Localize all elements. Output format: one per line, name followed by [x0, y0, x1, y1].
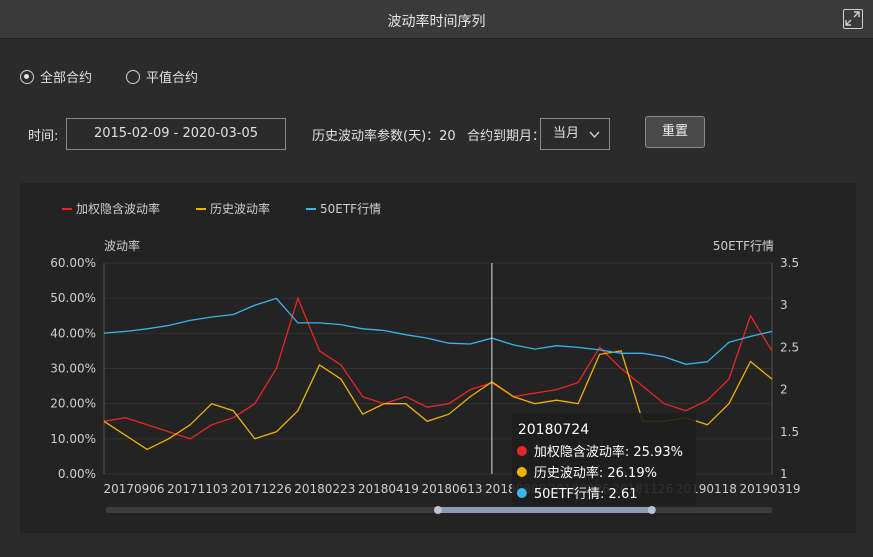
window-title: 波动率时间序列 — [387, 14, 486, 30]
chevron-down-icon — [589, 131, 600, 139]
title-bar: 波动率时间序列 — [0, 0, 873, 39]
tooltip-value-3: 50ETF行情: 2.61 — [534, 487, 638, 502]
zoom-range — [438, 507, 652, 513]
radio-all-contracts[interactable]: 全部合约 — [20, 67, 92, 86]
expand-icon[interactable] — [843, 9, 863, 29]
reset-button[interactable]: 重置 — [645, 116, 705, 148]
x-tick-label: 20171226 — [231, 482, 292, 496]
radio-all-label: 全部合约 — [40, 71, 93, 86]
radio-unchecked-icon — [126, 69, 141, 84]
left-tick-label: 50.00% — [50, 291, 96, 305]
expiry-select-value: 当月 — [553, 126, 580, 141]
tooltip-date: 20180724 — [518, 422, 589, 438]
radio-flat-label: 平值合约 — [146, 71, 199, 86]
right-tick-label: 3.5 — [780, 256, 799, 270]
contract-type-radio-group: 全部合约 平值合约 — [20, 67, 232, 86]
hv-param-label: 历史波动率参数(天)：20 — [312, 129, 456, 144]
radio-checked-icon — [20, 69, 34, 84]
expiry-select[interactable]: 当月 — [540, 118, 610, 150]
tooltip-dot-1 — [516, 446, 527, 456]
time-label: 时间: — [28, 129, 59, 144]
series-line-etf — [103, 297, 773, 365]
tooltip-dot-3 — [516, 488, 527, 498]
volatility-chart: 加权隐含波动率 历史波动率 50ETF行情波动率 50ETF行情0.00%10.00%… — [50, 201, 801, 514]
right-tick-label: 2 — [780, 383, 788, 397]
left-tick-label: 30.00% — [50, 362, 96, 376]
right-axis-title: 50ETF行情 — [713, 239, 774, 253]
x-tick-label: 20170906 — [103, 482, 164, 496]
left-tick-label: 40.00% — [50, 326, 96, 340]
right-tick-label: 2.5 — [780, 340, 799, 354]
date-range-input[interactable]: 2015-02-09 - 2020-03-05 — [66, 118, 286, 150]
tooltip-value-1: 加权隐含波动率: 25.93% — [534, 444, 683, 460]
zoom-handle-left[interactable] — [434, 506, 442, 514]
left-tick-label: 60.00% — [50, 256, 96, 270]
legend-label-1: 加权隐含波动率 — [76, 201, 160, 216]
right-tick-label: 1 — [780, 467, 788, 481]
right-tick-label: 3 — [780, 298, 788, 312]
right-tick-label: 1.5 — [780, 425, 799, 439]
left-tick-label: 20.00% — [50, 397, 96, 411]
radio-flat-contracts[interactable]: 平值合约 — [126, 67, 198, 86]
zoom-handle-right[interactable] — [647, 506, 656, 514]
x-tick-label: 20180613 — [421, 482, 482, 496]
legend-label-2: 历史波动率 — [210, 201, 270, 216]
x-tick-label: 20180419 — [358, 482, 419, 496]
expiry-label: 合约到期月： — [467, 129, 546, 144]
x-tick-label: 20180223 — [294, 482, 355, 496]
x-tick-label: 20171103 — [167, 482, 228, 496]
x-tick-label: 20190319 — [739, 482, 800, 496]
left-tick-label: 0.00% — [58, 467, 96, 481]
tooltip-value-2: 历史波动率: 26.19% — [534, 465, 657, 481]
tooltip-dot-2 — [516, 467, 527, 477]
legend-label-3: 50ETF行情 — [320, 202, 381, 216]
left-tick-label: 10.00% — [50, 432, 96, 446]
left-axis-title: 波动率 — [104, 238, 140, 253]
chart-panel: 加权隐含波动率 历史波动率 50ETF行情 波动率 50ETF行情 0.00% 10.00%… — [20, 183, 856, 533]
